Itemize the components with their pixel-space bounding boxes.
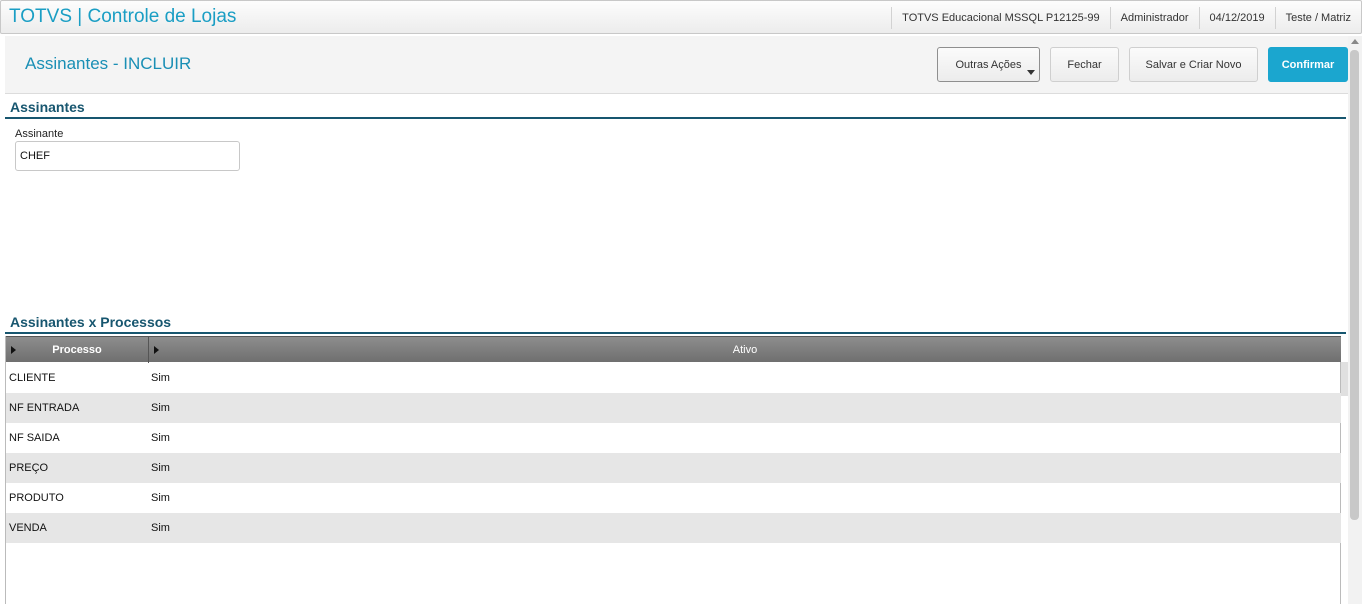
cell-ativo: Sim [151,522,170,534]
table-row[interactable]: NF SAIDA Sim [6,423,1341,453]
column-header-ativo[interactable]: Ativo [149,337,1341,363]
confirm-button[interactable]: Confirmar [1268,47,1348,82]
section-title-processos: Assinantes x Processos [10,314,172,330]
section-divider [5,332,1346,334]
app-title: TOTVS | Controle de Lojas [9,6,237,27]
save-and-new-button[interactable]: Salvar e Criar Novo [1129,47,1258,82]
page-title: Assinantes - INCLUIR [25,54,192,73]
table-row[interactable]: CLIENTE Sim [6,363,1341,393]
cell-ativo: Sim [151,432,170,444]
cell-processo: PREÇO [9,462,49,474]
cell-ativo: Sim [151,462,170,474]
cell-processo: NF SAIDA [9,432,60,444]
chevron-down-icon [1027,70,1035,75]
top-bar: TOTVS | Controle de Lojas TOTVS Educacio… [0,0,1362,34]
cell-processo: CLIENTE [9,372,56,384]
save-and-new-label: Salvar e Criar Novo [1145,58,1242,71]
cell-ativo: Sim [151,492,170,504]
other-actions-label: Outras Ações [955,58,1022,71]
table-row[interactable]: PRODUTO Sim [6,483,1341,513]
section-title-assinantes: Assinantes [10,99,85,115]
confirm-button-label: Confirmar [1281,58,1335,71]
column-header-ativo-label: Ativo [732,344,758,356]
cell-processo: NF ENTRADA [9,402,80,414]
date-label[interactable]: 04/12/2019 [1198,7,1275,29]
session-info: TOTVS Educacional MSSQL P12125-99 Admini… [891,1,1361,35]
row-marker-icon [154,346,159,354]
table-row[interactable]: PREÇO Sim [6,453,1341,483]
column-header-processo-label: Processo [52,344,102,356]
scroll-up-icon[interactable] [1351,39,1359,44]
grid-header: Processo Ativo [6,336,1341,363]
other-actions-button[interactable]: Outras Ações [937,47,1040,82]
page-scrollbar[interactable] [1348,36,1362,604]
close-button-label: Fechar [1067,58,1102,71]
section-divider [5,117,1346,119]
grid-scrollbar[interactable] [1341,362,1348,396]
cell-processo: PRODUTO [9,492,64,504]
environment-label: TOTVS Educacional MSSQL P12125-99 [891,7,1110,29]
cell-processo: VENDA [9,522,47,534]
cell-ativo: Sim [151,372,170,384]
close-button[interactable]: Fechar [1050,47,1119,82]
assinante-label: Assinante [15,128,64,140]
table-row[interactable]: VENDA Sim [6,513,1341,543]
page-header: Assinantes - INCLUIR Outras Ações Fechar… [5,36,1348,94]
branch-label[interactable]: Teste / Matriz [1274,7,1361,29]
cell-ativo: Sim [151,402,170,414]
processes-grid: Processo Ativo CLIENTE Sim NF ENTRADA Si… [5,336,1341,604]
scrollbar-thumb[interactable] [1350,50,1359,520]
row-marker-icon [11,346,16,354]
column-header-processo[interactable]: Processo [6,337,149,363]
table-row[interactable]: NF ENTRADA Sim [6,393,1341,423]
user-label[interactable]: Administrador [1109,7,1199,29]
assinante-input[interactable] [15,141,240,171]
